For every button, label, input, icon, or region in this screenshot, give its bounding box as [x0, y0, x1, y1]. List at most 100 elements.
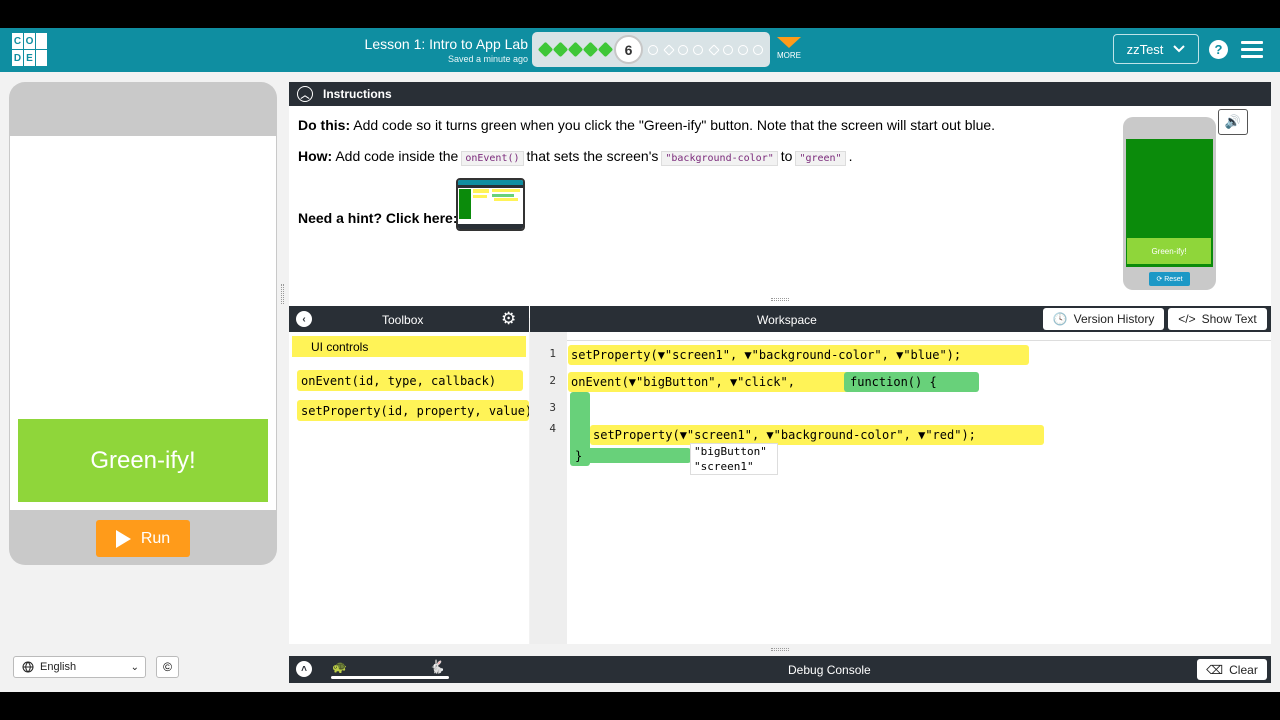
logo-letter-d: D [12, 50, 23, 66]
globe-icon [22, 661, 34, 673]
toolbox-block-onevent[interactable]: onEvent(id, type, callback) [297, 370, 523, 391]
do-this-line: Do this: Add code so it turns green when… [298, 117, 995, 133]
language-label: English [40, 661, 77, 673]
toolbox-header: ‹ Toolbox ⚙ [289, 306, 529, 332]
level-current[interactable]: 6 [614, 35, 643, 64]
version-history-label: Version History [1073, 312, 1155, 326]
toolbox-panel: UI controls onEvent(id, type, callback) … [289, 332, 529, 644]
line-number-2: 2 [549, 374, 556, 387]
greenify-button[interactable]: Green-ify! [18, 419, 268, 502]
example-reset-label: Reset [1164, 275, 1183, 283]
autocomplete-dropdown[interactable]: "bigButton" "screen1" [690, 443, 778, 475]
how-text-4: . [848, 148, 853, 164]
more-button[interactable]: MORE [776, 37, 802, 60]
vertical-resize-handle[interactable] [281, 284, 284, 304]
version-history-button[interactable]: 🕓 Version History [1043, 308, 1164, 330]
closing-brace: } [575, 449, 583, 463]
copyright-button[interactable]: © [156, 656, 179, 678]
logo-letter-o: O [24, 33, 35, 49]
debug-console-title: Debug Console [788, 663, 871, 677]
workspace-panel[interactable]: 1 2 3 4 onEvent(▼"bigButton", ▼"click", … [530, 332, 1271, 644]
hint-video-thumbnail[interactable] [456, 178, 525, 231]
chevron-up-icon[interactable]: ︿ [297, 86, 313, 102]
level-dot-2[interactable] [552, 41, 569, 58]
autocomplete-option-screen1[interactable]: "screen1" [694, 459, 777, 474]
level-dot-12[interactable] [723, 45, 733, 55]
level-dot-11[interactable] [708, 44, 720, 56]
line-number-3: 3 [549, 401, 556, 414]
toolbox-block-setproperty[interactable]: setProperty(id, property, value) [297, 400, 529, 421]
show-text-button[interactable]: </> Show Text [1168, 308, 1267, 330]
function-body-bottom [570, 448, 691, 463]
speed-slider[interactable] [331, 676, 449, 679]
do-this-text: Add code so it turns green when you clic… [350, 117, 996, 133]
line-number-4: 4 [549, 422, 556, 435]
chevron-left-icon[interactable]: ‹ [296, 311, 312, 327]
do-this-label: Do this: [298, 117, 351, 133]
code-green: "green" [795, 151, 846, 166]
code-background-color: "background-color" [661, 151, 778, 166]
user-name: zzTest [1126, 41, 1164, 57]
more-label: MORE [777, 51, 801, 60]
logo-letter-blank [36, 33, 47, 49]
logo-letter-c: C [12, 33, 23, 49]
code-org-logo[interactable]: C O D E [12, 33, 47, 67]
example-greenify-button: Green-ify! [1127, 238, 1211, 264]
level-dot-8[interactable] [663, 44, 675, 56]
app-frame: C O D E Lesson 1: Intro to App Lab Saved… [0, 28, 1280, 692]
code-onevent: onEvent() [461, 151, 524, 166]
lesson-title[interactable]: Lesson 1: Intro to App Lab [300, 36, 528, 52]
how-text-3: to [780, 148, 793, 164]
level-dot-4[interactable] [582, 41, 599, 58]
chevron-down-icon [1173, 45, 1186, 53]
category-ui-controls[interactable]: UI controls [292, 336, 526, 357]
level-dot-13[interactable] [738, 45, 748, 55]
hamburger-menu-icon[interactable] [1241, 41, 1263, 62]
code-block-onevent[interactable]: onEvent(▼"bigButton", ▼"click", [568, 372, 874, 392]
logo-letter-blank-2 [36, 50, 47, 66]
workspace-header: Workspace 🕓 Version History </> Show Text [530, 306, 1271, 332]
level-dot-3[interactable] [567, 41, 584, 58]
console-resize-handle[interactable] [771, 648, 789, 651]
play-icon [115, 529, 131, 548]
level-dot-7[interactable] [648, 45, 658, 55]
eraser-icon: ⌫ [1206, 662, 1224, 677]
chevron-down-icon [777, 37, 801, 48]
line-number-1: 1 [549, 347, 556, 360]
rabbit-icon: 🐇 [429, 659, 446, 674]
level-progress: 6 [532, 32, 770, 67]
chevron-down-icon: ⌄ [130, 661, 139, 673]
gear-icon[interactable]: ⚙ [501, 309, 516, 329]
code-block-setproperty-red[interactable]: setProperty(▼"screen1", ▼"background-col… [590, 425, 1044, 445]
how-text-1: Add code inside the [332, 148, 459, 164]
clock-icon: 🕓 [1052, 312, 1068, 326]
autocomplete-option-bigbutton[interactable]: "bigButton" [694, 444, 777, 459]
toolbox-title: Toolbox [382, 313, 424, 327]
debug-console-bar: ˄ 🐢 🐇 Debug Console ⌫ Clear [289, 656, 1271, 683]
chevron-up-icon[interactable]: ˄ [296, 661, 312, 677]
saved-status: Saved a minute ago [447, 54, 528, 64]
horizontal-resize-handle[interactable] [771, 298, 789, 301]
level-dot-5[interactable] [597, 41, 614, 58]
code-block-setproperty-blue[interactable]: setProperty(▼"screen1", ▼"background-col… [568, 345, 1029, 365]
code-icon: </> [1178, 312, 1196, 326]
user-menu-button[interactable]: zzTest [1113, 34, 1199, 64]
code-block-function[interactable]: function() { [844, 372, 979, 392]
run-label: Run [140, 529, 171, 547]
language-select[interactable]: English ⌄ [13, 656, 146, 678]
level-dot-14[interactable] [753, 45, 763, 55]
level-dot-9[interactable] [678, 45, 688, 55]
instructions-header: ︿ Instructions [289, 82, 1271, 106]
text-to-speech-icon[interactable]: 🔊 [1218, 109, 1248, 135]
hint-label: Need a hint? Click here: [298, 210, 458, 226]
help-button[interactable]: ? [1209, 40, 1228, 59]
hint-line: Need a hint? Click here: [298, 210, 457, 226]
how-line: How: Add code inside the onEvent() that se… [298, 148, 853, 166]
level-dot-1[interactable] [537, 41, 554, 58]
clear-button[interactable]: ⌫ Clear [1197, 659, 1267, 680]
clear-label: Clear [1229, 662, 1258, 677]
workspace-top-rule [567, 340, 1271, 341]
run-button[interactable]: Run [96, 520, 190, 557]
level-dot-10[interactable] [693, 45, 703, 55]
how-label: How: [298, 148, 333, 164]
